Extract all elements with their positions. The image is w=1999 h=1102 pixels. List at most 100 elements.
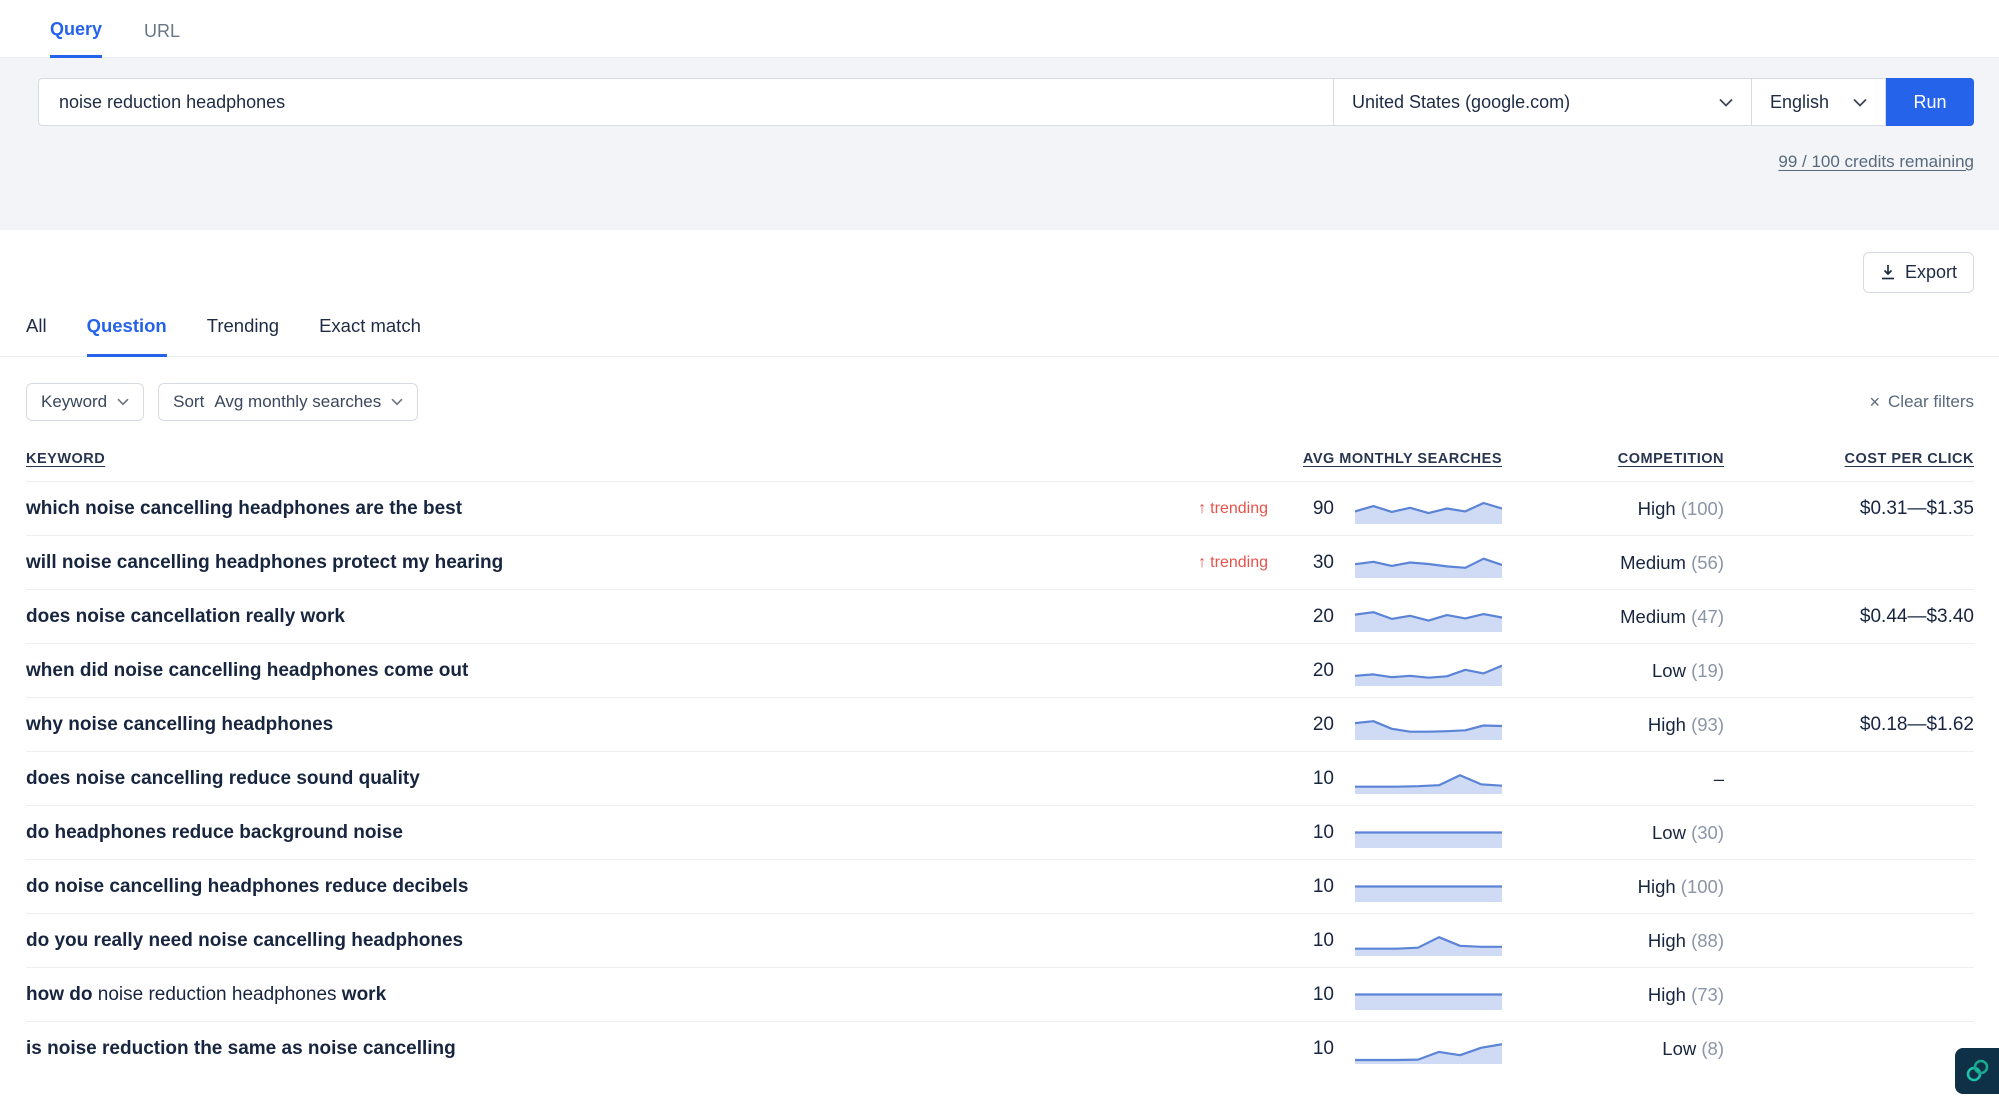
sort-label: Sort	[173, 392, 204, 412]
column-header-competition[interactable]: COMPETITION	[1502, 451, 1724, 467]
search-panel: United States (google.com) English Run 9…	[0, 58, 1999, 230]
column-header-cpc[interactable]: COST PER CLICK	[1724, 451, 1974, 467]
keyword-cell: will noise cancelling headphones protect…	[26, 552, 1198, 574]
table-row[interactable]: how do noise reduction headphones work 1…	[26, 967, 1974, 1021]
results-panel: Export All Question Trending Exact match…	[0, 230, 1999, 1075]
table-row[interactable]: when did noise cancelling headphones com…	[26, 643, 1974, 697]
chevron-down-icon	[1719, 98, 1733, 107]
keyword-filter-dropdown[interactable]: Keyword	[26, 383, 144, 421]
competition-cell: High (88)	[1502, 930, 1724, 952]
trending-badge: ↑ trending	[1198, 500, 1268, 518]
sparkline-chart	[1355, 926, 1502, 956]
tab-exact-match[interactable]: Exact match	[319, 315, 421, 356]
avg-monthly-searches-value: 20	[1278, 606, 1334, 628]
table-row[interactable]: does noise cancellation really work 20 M…	[26, 589, 1974, 643]
table-row[interactable]: do noise cancelling headphones reduce de…	[26, 859, 1974, 913]
credits-remaining: 99 / 100 credits remaining	[38, 152, 1974, 172]
competition-score: (100)	[1681, 498, 1724, 519]
sparkline-chart	[1355, 656, 1502, 686]
keyword-cell: do headphones reduce background noise	[26, 822, 1264, 844]
language-select[interactable]: English	[1752, 78, 1886, 126]
trending-up-icon: ↑	[1198, 554, 1206, 572]
competition-cell: Low (8)	[1502, 1038, 1724, 1060]
column-header-searches[interactable]: AVG MONTHLY SEARCHES	[1278, 451, 1502, 467]
keyword-cell: is noise reduction the same as noise can…	[26, 1038, 1264, 1060]
clear-filters-label: Clear filters	[1888, 392, 1974, 412]
competition-score: (47)	[1691, 606, 1724, 627]
avg-monthly-searches-value: 10	[1278, 1038, 1334, 1060]
export-button[interactable]: Export	[1863, 252, 1974, 293]
competition-score: (19)	[1691, 660, 1724, 681]
search-query-input[interactable]	[38, 78, 1334, 126]
keywords-table: KEYWORD AVG MONTHLY SEARCHES COMPETITION…	[0, 451, 1999, 1075]
competition-cell: –	[1502, 768, 1724, 790]
trending-up-icon: ↑	[1198, 500, 1206, 518]
competition-level: High	[1638, 498, 1676, 519]
avg-monthly-searches-value: 20	[1278, 714, 1334, 736]
tab-question[interactable]: Question	[87, 315, 167, 357]
table-header-row: KEYWORD AVG MONTHLY SEARCHES COMPETITION…	[26, 451, 1974, 481]
competition-cell: Low (19)	[1502, 660, 1724, 682]
sparkline-chart	[1355, 494, 1502, 524]
close-icon: ×	[1870, 393, 1881, 411]
avg-monthly-searches-value: 20	[1278, 660, 1334, 682]
chevron-down-icon	[1853, 98, 1867, 107]
avg-monthly-searches-value: 90	[1278, 498, 1334, 520]
cpc-cell: $0.31—$1.35	[1724, 498, 1974, 520]
trending-label: trending	[1210, 554, 1268, 572]
tab-url[interactable]: URL	[144, 21, 180, 57]
table-row[interactable]: does noise cancelling reduce sound quali…	[26, 751, 1974, 805]
avg-monthly-searches-value: 10	[1278, 984, 1334, 1006]
sort-value: Avg monthly searches	[214, 392, 381, 412]
link-icon	[1964, 1058, 1990, 1084]
competition-level: Low	[1662, 1038, 1696, 1059]
competition-score: (30)	[1691, 822, 1724, 843]
chevron-down-icon	[117, 398, 129, 406]
sparkline-chart	[1355, 818, 1502, 848]
table-row[interactable]: why noise cancelling headphones 20 High …	[26, 697, 1974, 751]
tab-trending[interactable]: Trending	[207, 315, 279, 356]
extension-badge[interactable]	[1955, 1048, 1999, 1094]
keyword-cell: do you really need noise cancelling head…	[26, 930, 1264, 952]
clear-filters-button[interactable]: × Clear filters	[1870, 392, 1974, 412]
query-mode-tabs: Query URL	[0, 0, 1999, 58]
country-select[interactable]: United States (google.com)	[1334, 78, 1752, 126]
column-header-keyword[interactable]: KEYWORD	[26, 451, 1278, 467]
sparkline-chart	[1355, 764, 1502, 794]
sparkline-chart	[1355, 548, 1502, 578]
keyword-cell: does noise cancelling reduce sound quali…	[26, 768, 1264, 790]
tab-all[interactable]: All	[26, 315, 47, 356]
trending-label: trending	[1210, 500, 1268, 518]
run-button[interactable]: Run	[1886, 78, 1974, 126]
export-button-label: Export	[1905, 262, 1957, 283]
download-icon	[1880, 264, 1896, 281]
result-filter-tabs: All Question Trending Exact match	[0, 315, 1999, 357]
keyword-cell: does noise cancellation really work	[26, 606, 1264, 628]
competition-level: Low	[1652, 822, 1686, 843]
search-bar: United States (google.com) English Run	[38, 78, 1974, 126]
avg-monthly-searches-value: 10	[1278, 822, 1334, 844]
sort-dropdown[interactable]: Sort Avg monthly searches	[158, 383, 418, 421]
sparkline-chart	[1355, 980, 1502, 1010]
sparkline-chart	[1355, 710, 1502, 740]
table-row[interactable]: is noise reduction the same as noise can…	[26, 1021, 1974, 1075]
filter-controls: Keyword Sort Avg monthly searches × Clea…	[0, 357, 1999, 421]
avg-monthly-searches-value: 10	[1278, 930, 1334, 952]
keyword-cell: why noise cancelling headphones	[26, 714, 1264, 736]
competition-level: High	[1648, 714, 1686, 735]
table-row[interactable]: will noise cancelling headphones protect…	[26, 535, 1974, 589]
country-select-value: United States (google.com)	[1352, 92, 1570, 113]
competition-cell: Low (30)	[1502, 822, 1724, 844]
table-body: which noise cancelling headphones are th…	[26, 481, 1974, 1075]
table-row[interactable]: do you really need noise cancelling head…	[26, 913, 1974, 967]
keyword-cell: which noise cancelling headphones are th…	[26, 498, 1198, 520]
cpc-cell: $0.44—$3.40	[1724, 606, 1974, 628]
tab-query[interactable]: Query	[50, 19, 102, 58]
table-row[interactable]: do headphones reduce background noise 10…	[26, 805, 1974, 859]
competition-cell: Medium (56)	[1502, 552, 1724, 574]
keyword-cell: when did noise cancelling headphones com…	[26, 660, 1264, 682]
competition-score: (88)	[1691, 930, 1724, 951]
table-row[interactable]: which noise cancelling headphones are th…	[26, 481, 1974, 535]
competition-level: High	[1648, 984, 1686, 1005]
sparkline-chart	[1355, 1034, 1502, 1064]
